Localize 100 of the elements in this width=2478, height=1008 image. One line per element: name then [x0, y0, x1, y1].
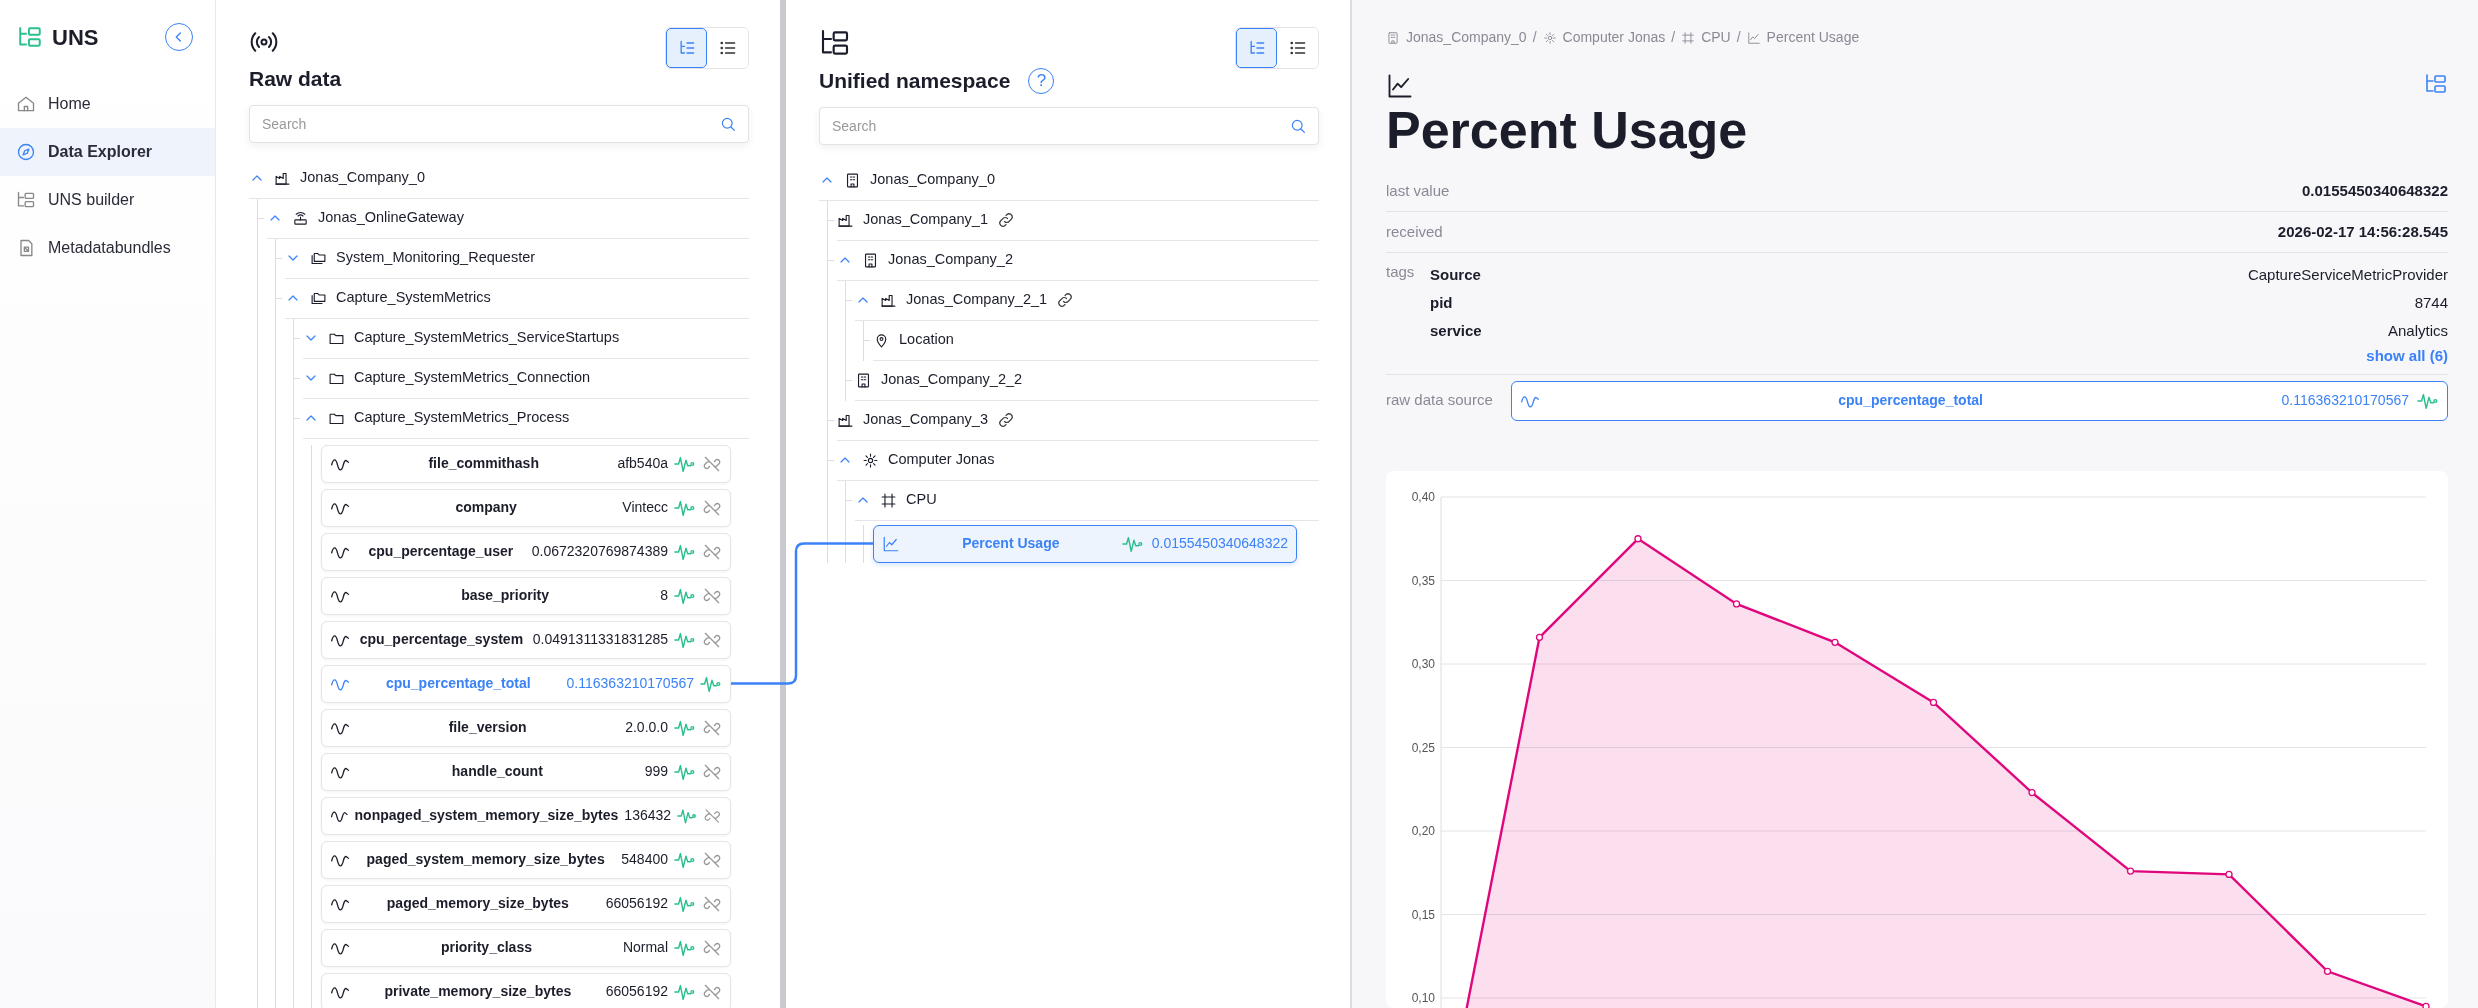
signal-name: paged_system_memory_size_bytes: [365, 850, 606, 869]
tree-item[interactable]: Jonas_Company_0: [300, 167, 425, 189]
gear-icon: [862, 451, 879, 469]
signal-card[interactable]: paged_memory_size_bytes 66056192: [321, 884, 731, 923]
building-icon: [844, 171, 861, 189]
data-point: [1929, 698, 1938, 706]
line-chart-icon: [1746, 30, 1761, 45]
brand-name: UNS: [52, 23, 99, 52]
signal-card[interactable]: cpu_percentage_user 0.0672320769874389: [321, 532, 731, 571]
signal-name: base_priority: [460, 586, 551, 605]
raw-source-card[interactable]: cpu_percentage_total 0.116363210170567: [1510, 380, 2448, 421]
search-field[interactable]: Search: [819, 106, 1319, 145]
y-tick-label: 0,20: [1411, 823, 1435, 838]
signal-name: cpu_percentage_system: [358, 630, 525, 649]
signal-name: handle_count: [450, 762, 544, 781]
signal-value: 0.0672320769874389: [531, 542, 668, 561]
field-value: 2026-02-17 14:56:28.545: [2277, 221, 2448, 242]
signal-card[interactable]: file_version 2.0.0.0: [321, 708, 731, 747]
y-tick-label: 0,40: [1411, 489, 1435, 504]
signal-value: Normal: [622, 938, 668, 957]
tree-item[interactable]: Jonas_Company_2_2: [881, 369, 1023, 391]
tree-item[interactable]: Location: [899, 329, 954, 351]
field-label: tags: [1386, 262, 1416, 283]
signal-name: cpu_percentage_total: [384, 674, 532, 693]
signal-card[interactable]: company Vintecc: [321, 488, 731, 527]
tree-structure-icon: [16, 190, 36, 210]
tree-item[interactable]: System_Monitoring_Requester: [336, 247, 536, 269]
tree-item[interactable]: Capture_SystemMetrics_ServiceStartups: [354, 327, 620, 349]
signal-value: 0.116363210170567: [2281, 391, 2409, 411]
tree-item[interactable]: Jonas_OnlineGateway: [318, 207, 464, 229]
line-chart-icon: [882, 534, 900, 553]
sidebar-item[interactable]: Data Explorer: [0, 128, 215, 176]
sidebar-item[interactable]: UNS builder: [0, 176, 215, 224]
data-point: [2028, 788, 2036, 796]
tree-item[interactable]: Capture_SystemMetrics: [336, 287, 491, 309]
tag-key: pid: [1430, 291, 1453, 315]
signal-card[interactable]: cpu_percentage_total 0.116363210170567: [321, 664, 731, 703]
tree-item[interactable]: Jonas_Company_3: [863, 409, 988, 431]
sidebar-item[interactable]: Home: [0, 80, 215, 128]
building-icon: [862, 251, 879, 269]
tree-item[interactable]: Jonas_Company_2: [888, 249, 1013, 271]
signal-value: 8: [660, 586, 668, 605]
tree-item[interactable]: Jonas_Company_2_1: [906, 289, 1048, 311]
signal-value: 0.116363210170567: [566, 674, 694, 693]
tree-view-button[interactable]: [666, 28, 707, 68]
signal-name: cpu_percentage_total: [1837, 391, 1984, 411]
page-title: Percent Usage: [1386, 102, 1748, 160]
y-tick-label: 0,30: [1411, 656, 1435, 671]
frame-icon: [880, 491, 897, 509]
logo-icon: [16, 24, 44, 50]
tree-structure-icon: [2424, 72, 2448, 96]
signal-name: cpu_percentage_user: [367, 542, 515, 561]
signal-card[interactable]: file_commithash afb540a: [321, 444, 731, 483]
signal-value: afb540a: [617, 454, 668, 473]
tree-item[interactable]: Computer Jonas: [888, 449, 995, 471]
frame-icon: [1681, 30, 1696, 45]
link-icon: [1056, 291, 1075, 309]
signal-value: 0.0491311331831285: [532, 630, 668, 649]
y-tick-label: 0,15: [1411, 907, 1435, 922]
data-point: [1831, 638, 1839, 646]
panel-title: Raw data: [249, 66, 342, 92]
tag-value: 8744: [2414, 292, 2448, 313]
signal-card[interactable]: base_priority 8: [321, 576, 731, 615]
tree-view-button[interactable]: [1236, 28, 1277, 68]
compass-icon: [16, 142, 36, 162]
field-label: raw data source: [1386, 390, 1493, 411]
metric-name: Percent Usage: [961, 534, 1061, 553]
home-icon: [16, 94, 36, 114]
signal-value: 2.0.0.0: [625, 718, 668, 737]
data-point: [2323, 967, 2332, 975]
data-point: [1634, 534, 1642, 543]
uns-builder-button[interactable]: [2424, 72, 2448, 96]
signal-name: paged_memory_size_bytes: [385, 894, 570, 913]
signal-value: 136432: [624, 806, 672, 825]
signal-card[interactable]: priority_class Normal: [321, 928, 731, 967]
gear-icon: [1542, 30, 1557, 45]
tree-item[interactable]: Capture_SystemMetrics_Connection: [354, 367, 591, 389]
signal-card[interactable]: cpu_percentage_system 0.0491311331831285: [321, 620, 731, 659]
data-point: [2126, 867, 2135, 875]
signal-value: Vintecc: [622, 498, 668, 517]
tree-item[interactable]: Jonas_Company_1: [863, 209, 988, 231]
search-field[interactable]: Search: [249, 104, 749, 143]
signal-card[interactable]: paged_system_memory_size_bytes 548400: [321, 840, 731, 879]
signal-name: file_version: [447, 718, 528, 737]
tree-item[interactable]: CPU: [906, 489, 937, 511]
field-label: received: [1386, 221, 1443, 242]
sidebar-item[interactable]: Metadatabundles: [0, 224, 215, 272]
field-label: last value: [1386, 180, 1450, 201]
link-icon: [996, 211, 1015, 229]
signal-card[interactable]: private_memory_size_bytes 66056192: [321, 972, 731, 1008]
field-value: 0.0155450340648322: [2302, 180, 2448, 201]
y-tick-label: 0,35: [1411, 573, 1435, 588]
signal-card[interactable]: nonpaged_system_memory_size_bytes 136432: [321, 796, 731, 835]
tag-value: Analytics: [2387, 320, 2448, 341]
building-icon: [1386, 30, 1400, 45]
tree-item[interactable]: Jonas_Company_0: [870, 169, 995, 191]
line-chart-icon: [1386, 72, 1414, 100]
signal-card[interactable]: handle_count 999: [321, 752, 731, 791]
scrollbar[interactable]: [780, 0, 786, 1008]
tree-item[interactable]: Capture_SystemMetrics_Process: [354, 407, 570, 429]
